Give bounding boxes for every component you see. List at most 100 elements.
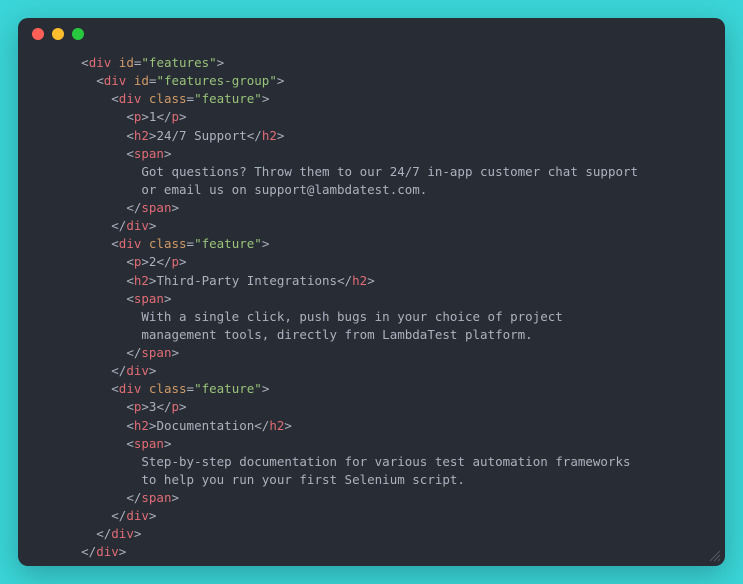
code-token <box>111 55 119 70</box>
code-token: > <box>141 399 149 414</box>
code-line: </span> <box>36 344 707 362</box>
code-line: <div id="features"> <box>36 54 707 72</box>
code-token: h2 <box>262 128 277 143</box>
code-token: span <box>134 436 164 451</box>
code-token: < <box>126 146 134 161</box>
code-token: < <box>126 109 134 124</box>
code-token: div <box>96 544 119 559</box>
code-line: <h2>24/7 Support</h2> <box>36 127 707 145</box>
code-token: < <box>126 128 134 143</box>
code-token: p <box>172 254 180 269</box>
code-line: management tools, directly from LambdaTe… <box>36 326 707 344</box>
code-token: > <box>277 128 285 143</box>
code-line: Step-by-step documentation for various t… <box>36 453 707 471</box>
code-token: "features" <box>141 55 216 70</box>
code-token: = <box>187 236 195 251</box>
code-token: > <box>217 55 225 70</box>
code-token: Third-Party Integrations <box>156 273 337 288</box>
code-token: < <box>126 399 134 414</box>
code-area[interactable]: <div id="features"> <div id="features-gr… <box>18 50 725 566</box>
code-line: With a single click, push bugs in your c… <box>36 308 707 326</box>
code-line: </div> <box>36 507 707 525</box>
code-token <box>141 236 149 251</box>
code-token: h2 <box>134 418 149 433</box>
code-token: Step-by-step documentation for various t… <box>141 454 630 469</box>
code-token: div <box>104 73 127 88</box>
code-token <box>141 381 149 396</box>
code-token: div <box>126 218 149 233</box>
code-token: </ <box>126 490 141 505</box>
code-token: </ <box>156 109 171 124</box>
code-token: > <box>164 436 172 451</box>
window-titlebar <box>18 18 725 50</box>
code-token: </ <box>96 526 111 541</box>
code-token: > <box>277 73 285 88</box>
code-token: h2 <box>134 273 149 288</box>
minimize-icon[interactable] <box>52 28 64 40</box>
code-token: class <box>149 236 187 251</box>
code-token: Documentation <box>156 418 254 433</box>
code-token: class <box>149 381 187 396</box>
code-token: h2 <box>352 273 367 288</box>
code-token: < <box>126 254 134 269</box>
code-token: > <box>262 381 270 396</box>
code-token: </ <box>126 200 141 215</box>
code-line: <div class="feature"> <box>36 235 707 253</box>
maximize-icon[interactable] <box>72 28 84 40</box>
code-line: <p>3</p> <box>36 398 707 416</box>
code-token: p <box>172 399 180 414</box>
code-line: </div> <box>36 543 707 561</box>
code-line: Got questions? Throw them to our 24/7 in… <box>36 163 707 181</box>
code-token: > <box>367 273 375 288</box>
code-token: "feature" <box>194 236 262 251</box>
code-token: span <box>141 490 171 505</box>
code-token: With a single click, push bugs in your c… <box>141 309 562 324</box>
code-token: span <box>134 146 164 161</box>
code-token: > <box>141 109 149 124</box>
code-line: <h2>Documentation</h2> <box>36 417 707 435</box>
code-token: id <box>134 73 149 88</box>
code-token: div <box>119 91 142 106</box>
code-token: </ <box>156 254 171 269</box>
code-line: <span> <box>36 435 707 453</box>
code-token: or email us on support@lambdatest.com. <box>141 182 427 197</box>
code-token: span <box>134 291 164 306</box>
code-line: to help you run your first Selenium scri… <box>36 471 707 489</box>
code-token: div <box>126 363 149 378</box>
code-token: span <box>141 345 171 360</box>
code-token: </ <box>81 544 96 559</box>
code-token: < <box>81 55 89 70</box>
code-token: h2 <box>269 418 284 433</box>
code-token: "feature" <box>194 381 262 396</box>
code-line: <div id="features-group"> <box>36 72 707 90</box>
code-token: > <box>149 218 157 233</box>
code-token: </ <box>337 273 352 288</box>
code-token: </ <box>254 418 269 433</box>
editor-window: <div id="features"> <div id="features-gr… <box>18 18 725 566</box>
code-token: > <box>179 254 187 269</box>
code-token: < <box>111 91 119 106</box>
code-token: > <box>171 200 179 215</box>
code-token: > <box>149 363 157 378</box>
code-token: to help you run your first Selenium scri… <box>141 472 465 487</box>
code-token: 24/7 Support <box>156 128 246 143</box>
code-token <box>126 73 134 88</box>
code-line: or email us on support@lambdatest.com. <box>36 181 707 199</box>
code-token: p <box>172 109 180 124</box>
code-token: > <box>149 508 157 523</box>
code-token: > <box>179 109 187 124</box>
code-token: < <box>96 73 104 88</box>
code-token: < <box>126 273 134 288</box>
resize-handle-icon[interactable] <box>707 548 721 562</box>
code-token: </ <box>247 128 262 143</box>
code-line: </div> <box>36 217 707 235</box>
close-icon[interactable] <box>32 28 44 40</box>
code-token: > <box>171 345 179 360</box>
code-token: class <box>149 91 187 106</box>
code-token: > <box>171 490 179 505</box>
code-token: </ <box>156 399 171 414</box>
code-token <box>141 91 149 106</box>
code-token: = <box>187 91 195 106</box>
code-token: Got questions? Throw them to our 24/7 in… <box>141 164 638 179</box>
code-line: <div class="feature"> <box>36 380 707 398</box>
